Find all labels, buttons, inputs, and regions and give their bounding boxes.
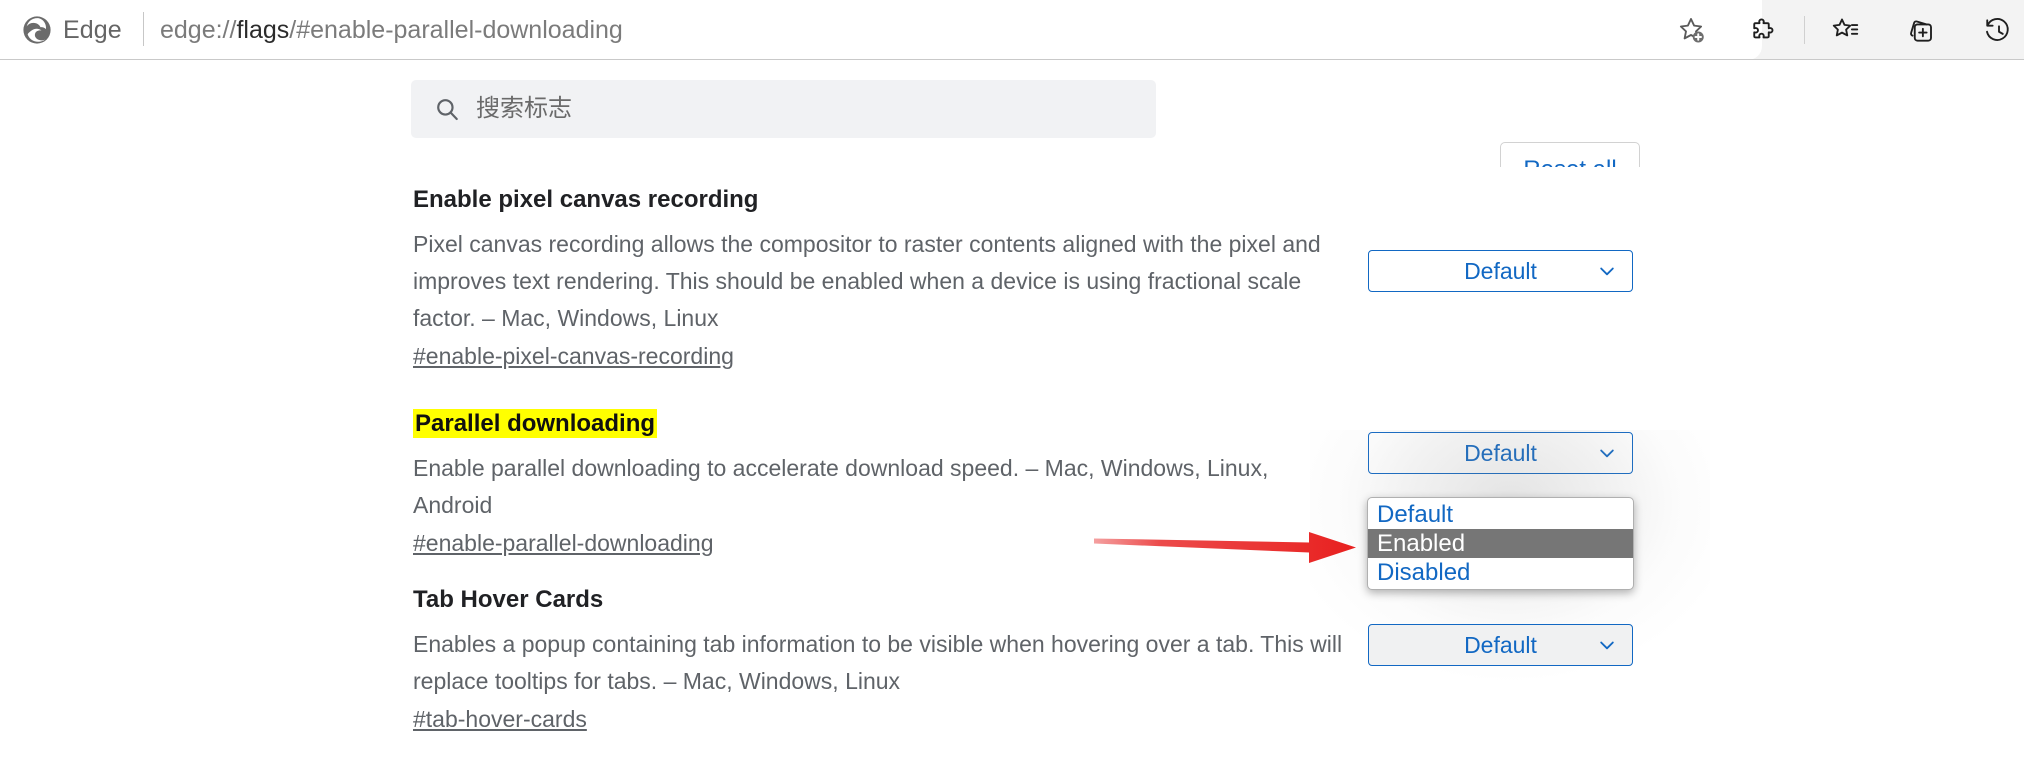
flags-list: Enable pixel canvas recording Pixel canv… bbox=[0, 167, 2024, 764]
address-bar-url[interactable]: edge://flags/#enable-parallel-downloadin… bbox=[160, 11, 623, 49]
extensions-icon[interactable] bbox=[1742, 8, 1786, 52]
dropdown-option-enabled[interactable]: Enabled bbox=[1368, 529, 1633, 558]
edge-brand-label: Edge bbox=[63, 15, 122, 44]
dropdown-option-disabled[interactable]: Disabled bbox=[1368, 558, 1633, 587]
search-input[interactable] bbox=[476, 80, 1156, 138]
flag-info: Parallel downloading Enable parallel dow… bbox=[413, 408, 1348, 557]
address-bar[interactable]: Edge edge://flags/#enable-parallel-downl… bbox=[0, 0, 1762, 60]
collections-icon[interactable] bbox=[1899, 8, 1943, 52]
browser-chrome: Edge edge://flags/#enable-parallel-downl… bbox=[0, 0, 2024, 60]
chevron-down-icon bbox=[1600, 267, 1614, 276]
edge-brand: Edge bbox=[22, 9, 122, 51]
flag-select-value: Default bbox=[1464, 631, 1537, 658]
url-host: flags bbox=[236, 15, 290, 44]
flag-anchor-link[interactable]: #enable-parallel-downloading bbox=[413, 530, 714, 557]
chrome-toolbar-icons bbox=[1660, 0, 2024, 60]
toolbar-divider bbox=[1804, 16, 1805, 44]
flag-title: Tab Hover Cards bbox=[413, 586, 604, 613]
search-flags-box[interactable] bbox=[411, 80, 1156, 138]
chevron-down-icon bbox=[1600, 449, 1614, 458]
add-favorite-icon[interactable] bbox=[1660, 4, 1722, 56]
history-icon[interactable] bbox=[1975, 8, 2019, 52]
flag-title: Enable pixel canvas recording bbox=[413, 186, 759, 213]
edge-logo-icon bbox=[23, 16, 51, 44]
flag-select-value: Default bbox=[1464, 257, 1537, 284]
flag-description: Enable parallel downloading to accelerat… bbox=[413, 455, 1269, 518]
history-clock-icon bbox=[1986, 18, 2009, 41]
flag-title: Parallel downloading bbox=[413, 409, 658, 438]
flag-description: Enables a popup containing tab informati… bbox=[413, 631, 1343, 694]
brand-separator bbox=[143, 12, 144, 46]
url-path: /#enable-parallel-downloading bbox=[289, 15, 623, 44]
search-icon bbox=[437, 99, 458, 121]
flags-search-header: Reset all bbox=[0, 60, 2024, 227]
flag-title-wrap: Parallel downloading bbox=[413, 408, 1348, 439]
flag-anchor-link[interactable]: #tab-hover-cards bbox=[413, 706, 587, 733]
dropdown-option-default[interactable]: Default bbox=[1368, 500, 1633, 529]
chevron-down-icon bbox=[1600, 641, 1614, 650]
url-prefix: edge:// bbox=[160, 15, 237, 44]
flag-select-enable-pixel-canvas-recording[interactable]: Default bbox=[1368, 250, 1633, 292]
puzzle-piece-icon bbox=[1753, 18, 1774, 39]
flag-info: Enable pixel canvas recording Pixel canv… bbox=[413, 184, 1348, 370]
flag-select-dropdown-list[interactable]: Default Enabled Disabled bbox=[1367, 497, 1634, 590]
flag-title-wrap: Enable pixel canvas recording bbox=[413, 184, 1348, 215]
flag-select-enable-parallel-downloading[interactable]: Default bbox=[1368, 432, 1633, 474]
flag-select-value: Default bbox=[1464, 439, 1537, 466]
collections-add-icon bbox=[1910, 20, 1932, 42]
flag-anchor-link[interactable]: #enable-pixel-canvas-recording bbox=[413, 343, 734, 370]
flag-select-tab-hover-cards[interactable]: Default bbox=[1368, 624, 1633, 666]
flag-info: Tab Hover Cards Enables a popup containi… bbox=[413, 584, 1348, 733]
flag-title-wrap: Tab Hover Cards bbox=[413, 584, 1348, 615]
flag-description: Pixel canvas recording allows the compos… bbox=[413, 231, 1321, 331]
favorites-icon[interactable] bbox=[1823, 8, 1867, 52]
star-list-icon bbox=[1832, 18, 1859, 37]
star-plus-icon bbox=[1679, 18, 1704, 43]
